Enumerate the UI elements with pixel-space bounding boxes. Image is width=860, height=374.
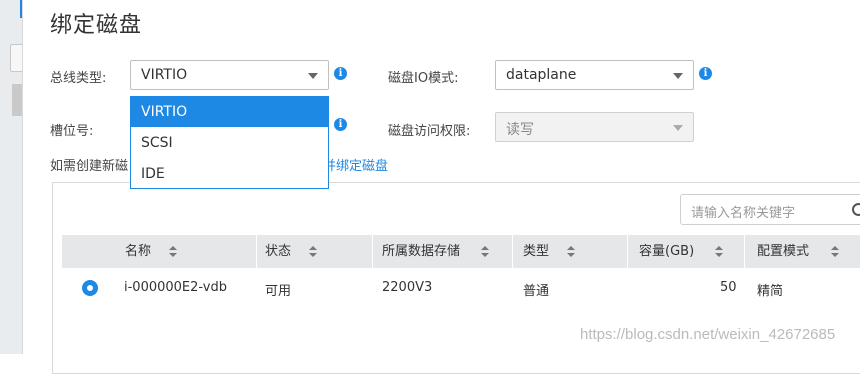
column-header-name[interactable]: 名称 xyxy=(125,235,177,268)
disk-access-select: 读写 xyxy=(495,112,694,142)
disk-access-value: 读写 xyxy=(506,122,534,138)
sort-icon[interactable] xyxy=(481,246,489,258)
disk-io-mode-select[interactable]: dataplane xyxy=(495,60,694,90)
dialog-title: 绑定磁盘 xyxy=(50,13,143,38)
table-header: 名称 状态 所属数据存储 类型 容量(GB) 配置模式 xyxy=(62,235,860,268)
chevron-down-icon xyxy=(673,73,683,79)
info-icon[interactable]: i xyxy=(699,67,712,80)
chevron-down-icon xyxy=(673,125,683,131)
table-row[interactable]: i-000000E2-vdb 可用 2200V3 普通 50 精简 xyxy=(62,270,860,306)
search-input[interactable]: 请输入名称关键字 xyxy=(680,194,860,225)
bus-type-value: VIRTIO xyxy=(141,67,188,83)
sort-icon[interactable] xyxy=(169,246,177,258)
sort-icon[interactable] xyxy=(831,246,839,258)
create-disk-note: 如需创建新磁 xyxy=(50,159,129,174)
cell-capacity: 50 xyxy=(720,280,737,295)
bus-type-dropdown-menu: VIRTIO SCSI IDE xyxy=(130,96,329,189)
row-radio-selected[interactable] xyxy=(82,280,98,296)
cell-datastore: 2200V3 xyxy=(382,280,433,295)
info-icon[interactable]: i xyxy=(334,67,347,80)
sort-icon[interactable] xyxy=(567,246,575,258)
chevron-down-icon xyxy=(308,73,318,79)
dropdown-option-virtio[interactable]: VIRTIO xyxy=(131,97,328,127)
column-header-status[interactable]: 状态 xyxy=(265,235,317,268)
dialog-border xyxy=(22,0,23,354)
cell-config-mode: 精简 xyxy=(757,284,784,299)
bus-type-select[interactable]: VIRTIO xyxy=(130,60,329,90)
column-header-type[interactable]: 类型 xyxy=(523,235,575,268)
column-header-config-mode[interactable]: 配置模式 xyxy=(757,235,839,268)
background-sidebar xyxy=(0,0,23,354)
disk-access-label: 磁盘访问权限: xyxy=(388,124,471,139)
disk-io-mode-value: dataplane xyxy=(506,67,577,83)
dropdown-option-scsi[interactable]: SCSI xyxy=(131,128,328,158)
background-scrollbar xyxy=(12,84,22,116)
cell-type: 普通 xyxy=(523,284,550,299)
column-header-datastore[interactable]: 所属数据存储 xyxy=(382,235,489,268)
watermark-text: https://blog.csdn.net/weixin_42672685 xyxy=(580,326,836,343)
bus-type-label: 总线类型: xyxy=(50,71,107,86)
info-icon[interactable]: i xyxy=(334,118,347,131)
search-placeholder: 请输入名称关键字 xyxy=(691,206,796,221)
sort-icon[interactable] xyxy=(309,246,317,258)
disk-io-mode-label: 磁盘IO模式: xyxy=(388,71,459,86)
slot-label: 槽位号: xyxy=(50,124,94,139)
cell-name: i-000000E2-vdb xyxy=(124,280,227,295)
search-icon[interactable] xyxy=(852,203,860,216)
sort-icon[interactable] xyxy=(715,246,723,258)
cell-status: 可用 xyxy=(265,284,292,299)
column-header-capacity[interactable]: 容量(GB) xyxy=(639,235,723,268)
dropdown-option-ide[interactable]: IDE xyxy=(131,159,328,189)
